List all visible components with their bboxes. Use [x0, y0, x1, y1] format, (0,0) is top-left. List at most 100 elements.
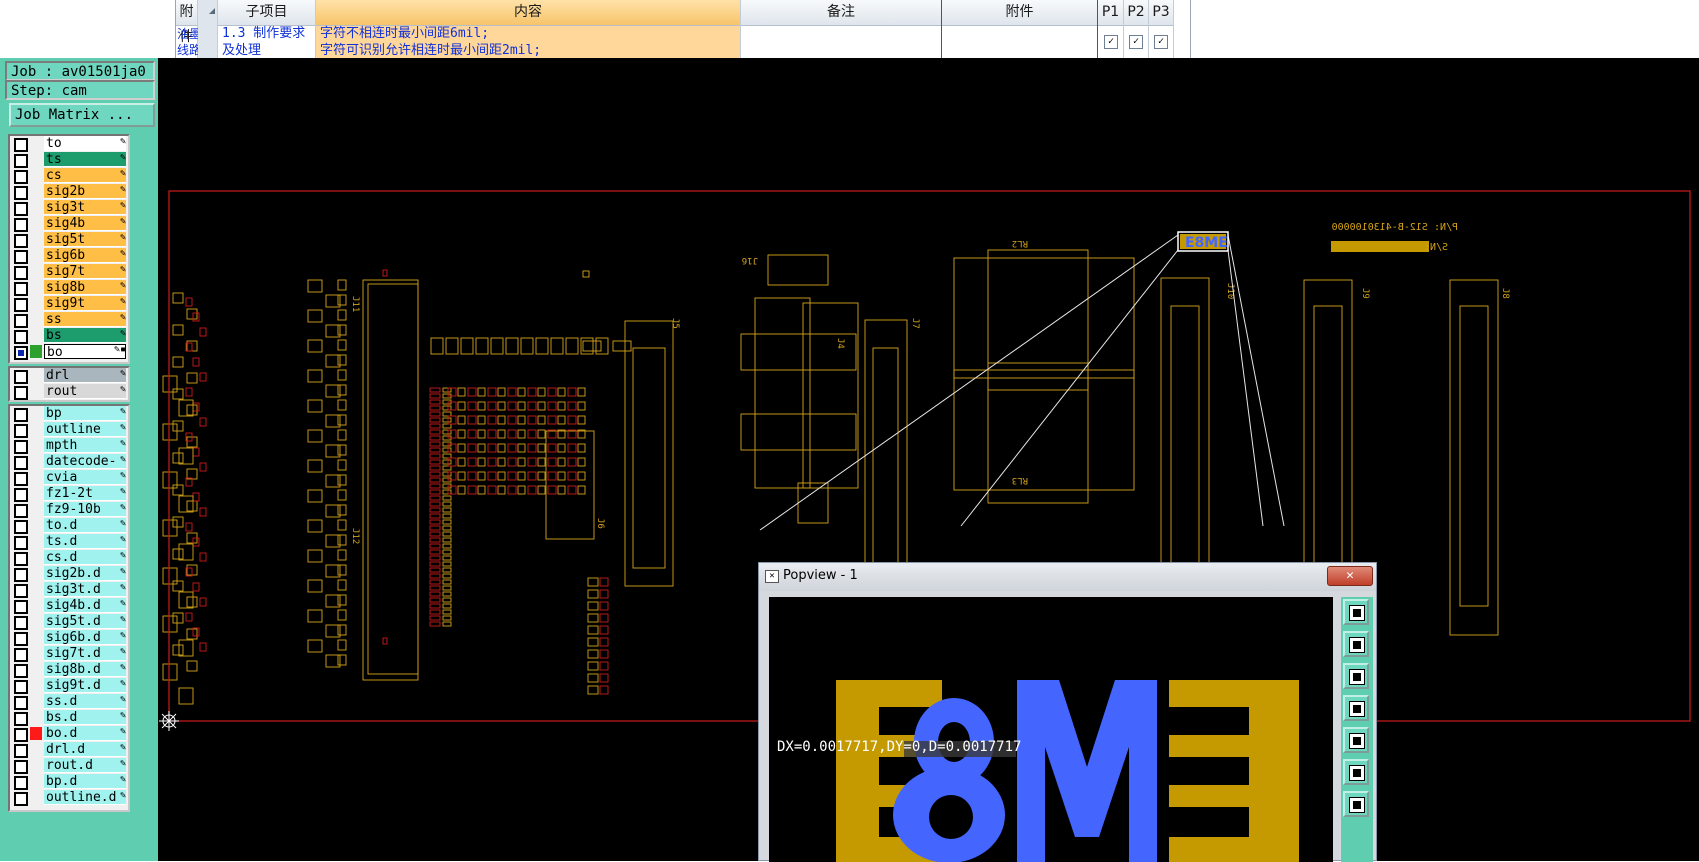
layer-name[interactable]: ss.d	[44, 694, 126, 709]
layer-color-swatch[interactable]	[30, 345, 42, 358]
layer-row[interactable]: sig5t.d ✎	[10, 614, 128, 630]
popview-canvas[interactable]: DX=0.0017717,DY=0,D=0.0017717	[769, 597, 1333, 862]
layer-name[interactable]: sig2b	[44, 184, 126, 199]
layer-checkbox[interactable]	[14, 408, 28, 422]
layer-row[interactable]: sig4b.d ✎	[10, 598, 128, 614]
row-selector[interactable]	[198, 0, 218, 59]
layer-name[interactable]: sig5t	[44, 232, 126, 247]
layer-row[interactable]: outline.d ✎	[10, 790, 128, 806]
layer-name[interactable]: fz9-10b	[44, 502, 126, 517]
layer-row[interactable]: ss.d ✎	[10, 694, 128, 710]
pan-up-icon[interactable]	[1343, 631, 1369, 657]
layer-name[interactable]: sig7t	[44, 264, 126, 279]
layer-name[interactable]: sig6b.d	[44, 630, 126, 645]
layer-row[interactable]: sig2b ✎	[10, 184, 128, 200]
layer-row[interactable]: to ✎	[10, 136, 128, 152]
layer-row[interactable]: bo ✎▪	[10, 344, 128, 360]
layer-row[interactable]: sig2b.d ✎	[10, 566, 128, 582]
layer-row[interactable]: bp ✎	[10, 406, 128, 422]
layer-name[interactable]: ts	[44, 152, 126, 167]
layer-checkbox[interactable]	[14, 584, 28, 598]
layer-checkbox[interactable]	[14, 370, 28, 384]
layer-row[interactable]: drl ✎	[10, 368, 128, 384]
layer-checkbox[interactable]	[14, 456, 28, 470]
layer-name[interactable]: ss	[44, 312, 126, 327]
layer-checkbox[interactable]	[14, 202, 28, 216]
layer-row[interactable]: sig3t ✎	[10, 200, 128, 216]
layer-checkbox[interactable]	[14, 728, 28, 742]
layer-checkbox[interactable]	[14, 776, 28, 790]
layer-name[interactable]: fz1-2t	[44, 486, 126, 501]
layer-checkbox[interactable]	[14, 218, 28, 232]
layer-row[interactable]: outline ✎	[10, 422, 128, 438]
pan-right-icon[interactable]	[1343, 727, 1369, 753]
p2-checkbox[interactable]: ✓	[1129, 35, 1143, 49]
layer-row[interactable]: ts.d ✎	[10, 534, 128, 550]
layer-checkbox[interactable]	[14, 386, 28, 400]
layer-name[interactable]: sig9t	[44, 296, 126, 311]
layer-checkbox[interactable]	[14, 664, 28, 678]
layer-row[interactable]: ss ✎	[10, 312, 128, 328]
layer-name[interactable]: mpth	[44, 438, 126, 453]
layer-row[interactable]: sig9t.d ✎	[10, 678, 128, 694]
popview-titlebar[interactable]: ✕ Popview - 1 ✕	[759, 563, 1376, 591]
layer-row[interactable]: mpth ✎	[10, 438, 128, 454]
layer-checkbox[interactable]	[14, 552, 28, 566]
zoom-in-icon[interactable]	[1343, 759, 1369, 785]
layer-checkbox[interactable]	[14, 314, 28, 328]
layer-name[interactable]: sig3t	[44, 200, 126, 215]
p1-checkbox[interactable]: ✓	[1104, 35, 1118, 49]
layer-color-swatch[interactable]	[30, 727, 42, 740]
layer-name[interactable]: datecode-bs	[44, 454, 126, 484]
pan-down-icon[interactable]	[1343, 663, 1369, 689]
layer-row[interactable]: rout ✎	[10, 384, 128, 400]
pan-left-icon[interactable]	[1343, 695, 1369, 721]
layer-checkbox[interactable]	[14, 424, 28, 438]
layer-name[interactable]: sig9t.d	[44, 678, 126, 693]
popview-window[interactable]: ✕ Popview - 1 ✕ DX=0.0017717,DY=0,D=0.00…	[758, 562, 1377, 862]
layer-name[interactable]: bp.d	[44, 774, 126, 789]
layer-checkbox[interactable]	[14, 744, 28, 758]
layer-checkbox[interactable]	[14, 234, 28, 248]
layer-checkbox[interactable]	[14, 282, 28, 296]
layer-checkbox[interactable]	[14, 536, 28, 550]
layer-name[interactable]: sig4b	[44, 216, 126, 231]
layer-name[interactable]: sig7t.d	[44, 646, 126, 661]
content-line-1[interactable]: 字符不相连时最小间距6mil;	[316, 26, 740, 43]
layer-checkbox[interactable]	[14, 138, 28, 152]
layer-name[interactable]: outline.d	[44, 790, 126, 805]
layer-row[interactable]: sig8b.d ✎	[10, 662, 128, 678]
layer-row[interactable]: to.d ✎	[10, 518, 128, 534]
layer-checkbox[interactable]	[14, 520, 28, 534]
p3-checkbox[interactable]: ✓	[1154, 35, 1168, 49]
layer-checkbox[interactable]	[14, 696, 28, 710]
layer-checkbox[interactable]	[14, 712, 28, 726]
layer-name[interactable]: outline	[44, 422, 126, 437]
layer-row[interactable]: fz9-10b ✎	[10, 502, 128, 518]
layer-name[interactable]: sig8b	[44, 280, 126, 295]
layer-name[interactable]: to.d	[44, 518, 126, 533]
layer-name[interactable]: cs	[44, 168, 126, 183]
layer-row[interactable]: sig7t.d ✎	[10, 646, 128, 662]
layer-checkbox[interactable]	[14, 440, 28, 454]
layer-row[interactable]: sig5t ✎	[10, 232, 128, 248]
layer-row[interactable]: fz1-2t ✎	[10, 486, 128, 502]
zoom-fit-icon[interactable]	[1343, 599, 1369, 625]
layer-row[interactable]: sig3t.d ✎	[10, 582, 128, 598]
layer-row[interactable]: sig7t ✎	[10, 264, 128, 280]
layer-row[interactable]: bp.d ✎	[10, 774, 128, 790]
layer-checkbox[interactable]	[14, 600, 28, 614]
close-button[interactable]: ✕	[1327, 566, 1373, 586]
layer-name[interactable]: rout.d	[44, 758, 126, 773]
layer-name[interactable]: cs.d	[44, 550, 126, 565]
layer-row[interactable]: datecode-bs✎	[10, 454, 128, 484]
layer-checkbox[interactable]	[14, 472, 28, 486]
layer-name[interactable]: sig5t.d	[44, 614, 126, 629]
layer-row[interactable]: sig6b ✎	[10, 248, 128, 264]
layer-name[interactable]: drl	[44, 368, 126, 383]
layer-name[interactable]: bp	[44, 406, 126, 421]
layer-checkbox[interactable]	[14, 792, 28, 806]
layer-row[interactable]: sig8b ✎	[10, 280, 128, 296]
layer-name[interactable]: sig8b.d	[44, 662, 126, 677]
layer-row[interactable]: bo.d ✎	[10, 726, 128, 742]
